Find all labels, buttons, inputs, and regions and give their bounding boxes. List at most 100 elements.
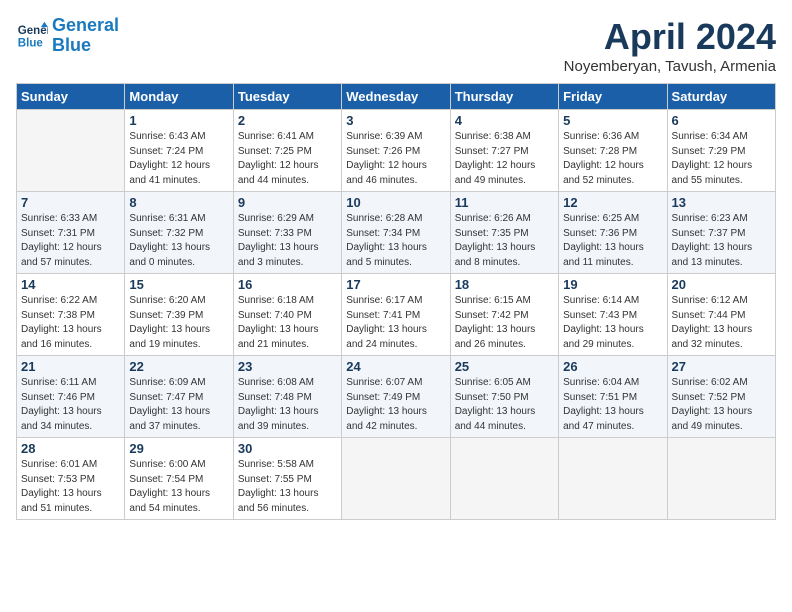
day-number: 30 bbox=[238, 441, 337, 456]
day-number: 9 bbox=[238, 195, 337, 210]
day-info: Sunrise: 6:18 AMSunset: 7:40 PMDaylight:… bbox=[238, 294, 337, 352]
week-row-2: 7 Sunrise: 6:33 AMSunset: 7:31 PMDaylight… bbox=[17, 192, 776, 274]
calendar-cell: 22 Sunrise: 6:09 AMSunset: 7:47 PMDayligh… bbox=[125, 356, 233, 438]
calendar-cell: 8 Sunrise: 6:31 AMSunset: 7:32 PMDaylight… bbox=[125, 192, 233, 274]
calendar-cell: 13 Sunrise: 6:23 AMSunset: 7:37 PMDayligh… bbox=[667, 192, 775, 274]
calendar-cell: 18 Sunrise: 6:15 AMSunset: 7:42 PMDayligh… bbox=[450, 274, 558, 356]
day-info: Sunrise: 6:33 AMSunset: 7:31 PMDaylight:… bbox=[21, 212, 120, 270]
day-number: 6 bbox=[672, 113, 771, 128]
title-block: April 2024 Noyemberyan, Tavush, Armenia bbox=[564, 16, 776, 75]
calendar-cell: 26 Sunrise: 6:04 AMSunset: 7:51 PMDayligh… bbox=[559, 356, 667, 438]
calendar-cell: 17 Sunrise: 6:17 AMSunset: 7:41 PMDayligh… bbox=[342, 274, 450, 356]
day-number: 17 bbox=[346, 277, 445, 292]
calendar-cell: 7 Sunrise: 6:33 AMSunset: 7:31 PMDaylight… bbox=[17, 192, 125, 274]
calendar-cell bbox=[667, 438, 775, 520]
day-info: Sunrise: 6:14 AMSunset: 7:43 PMDaylight:… bbox=[563, 294, 662, 352]
day-info: Sunrise: 6:01 AMSunset: 7:53 PMDaylight:… bbox=[21, 458, 120, 516]
weekday-header-sunday: Sunday bbox=[17, 84, 125, 110]
day-number: 8 bbox=[129, 195, 228, 210]
logo: General Blue General Blue bbox=[16, 16, 119, 56]
calendar-cell: 9 Sunrise: 6:29 AMSunset: 7:33 PMDaylight… bbox=[233, 192, 341, 274]
calendar-cell: 10 Sunrise: 6:28 AMSunset: 7:34 PMDayligh… bbox=[342, 192, 450, 274]
day-info: Sunrise: 6:43 AMSunset: 7:24 PMDaylight:… bbox=[129, 130, 228, 188]
calendar-cell: 20Sunrise: 6:12 AMSunset: 7:44 PMDayligh… bbox=[667, 274, 775, 356]
calendar-cell: 16 Sunrise: 6:18 AMSunset: 7:40 PMDayligh… bbox=[233, 274, 341, 356]
day-info: Sunrise: 6:26 AMSunset: 7:35 PMDaylight:… bbox=[455, 212, 554, 270]
day-number: 27 bbox=[672, 359, 771, 374]
week-row-4: 21Sunrise: 6:11 AMSunset: 7:46 PMDayligh… bbox=[17, 356, 776, 438]
day-number: 7 bbox=[21, 195, 120, 210]
calendar-cell bbox=[559, 438, 667, 520]
day-number: 1 bbox=[129, 113, 228, 128]
calendar-cell: 6Sunrise: 6:34 AMSunset: 7:29 PMDaylight… bbox=[667, 110, 775, 192]
day-info: Sunrise: 6:04 AMSunset: 7:51 PMDaylight:… bbox=[563, 376, 662, 434]
weekday-header-friday: Friday bbox=[559, 84, 667, 110]
day-info: Sunrise: 6:08 AMSunset: 7:48 PMDaylight:… bbox=[238, 376, 337, 434]
logo-icon: General Blue bbox=[16, 20, 48, 52]
day-number: 15 bbox=[129, 277, 228, 292]
day-info: Sunrise: 6:09 AMSunset: 7:47 PMDaylight:… bbox=[129, 376, 228, 434]
day-number: 23 bbox=[238, 359, 337, 374]
weekday-header-monday: Monday bbox=[125, 84, 233, 110]
calendar-cell: 19Sunrise: 6:14 AMSunset: 7:43 PMDayligh… bbox=[559, 274, 667, 356]
calendar-cell: 3Sunrise: 6:39 AMSunset: 7:26 PMDaylight… bbox=[342, 110, 450, 192]
weekday-header-saturday: Saturday bbox=[667, 84, 775, 110]
day-number: 16 bbox=[238, 277, 337, 292]
logo-line1: General bbox=[52, 15, 119, 35]
week-row-5: 28 Sunrise: 6:01 AMSunset: 7:53 PMDayligh… bbox=[17, 438, 776, 520]
calendar-cell: 2 Sunrise: 6:41 AMSunset: 7:25 PMDaylight… bbox=[233, 110, 341, 192]
calendar-cell bbox=[17, 110, 125, 192]
day-number: 29 bbox=[129, 441, 228, 456]
day-info: Sunrise: 6:20 AMSunset: 7:39 PMDaylight:… bbox=[129, 294, 228, 352]
logo-text: General Blue bbox=[52, 16, 119, 56]
day-info: Sunrise: 6:41 AMSunset: 7:25 PMDaylight:… bbox=[238, 130, 337, 188]
day-info: Sunrise: 6:11 AMSunset: 7:46 PMDaylight:… bbox=[21, 376, 120, 434]
day-number: 28 bbox=[21, 441, 120, 456]
day-info: Sunrise: 6:23 AMSunset: 7:37 PMDaylight:… bbox=[672, 212, 771, 270]
day-number: 26 bbox=[563, 359, 662, 374]
day-info: Sunrise: 6:02 AMSunset: 7:52 PMDaylight:… bbox=[672, 376, 771, 434]
day-number: 5 bbox=[563, 113, 662, 128]
calendar-cell: 28 Sunrise: 6:01 AMSunset: 7:53 PMDayligh… bbox=[17, 438, 125, 520]
calendar-cell: 1 Sunrise: 6:43 AMSunset: 7:24 PMDaylight… bbox=[125, 110, 233, 192]
day-info: Sunrise: 6:28 AMSunset: 7:34 PMDaylight:… bbox=[346, 212, 445, 270]
week-row-1: 1 Sunrise: 6:43 AMSunset: 7:24 PMDaylight… bbox=[17, 110, 776, 192]
logo-line2: Blue bbox=[52, 35, 91, 55]
week-row-3: 14 Sunrise: 6:22 AMSunset: 7:38 PMDayligh… bbox=[17, 274, 776, 356]
day-number: 12 bbox=[563, 195, 662, 210]
calendar-cell: 24Sunrise: 6:07 AMSunset: 7:49 PMDayligh… bbox=[342, 356, 450, 438]
calendar-cell: 11Sunrise: 6:26 AMSunset: 7:35 PMDayligh… bbox=[450, 192, 558, 274]
day-info: Sunrise: 6:07 AMSunset: 7:49 PMDaylight:… bbox=[346, 376, 445, 434]
day-info: Sunrise: 6:12 AMSunset: 7:44 PMDaylight:… bbox=[672, 294, 771, 352]
day-info: Sunrise: 6:31 AMSunset: 7:32 PMDaylight:… bbox=[129, 212, 228, 270]
weekday-header-thursday: Thursday bbox=[450, 84, 558, 110]
day-number: 10 bbox=[346, 195, 445, 210]
day-info: Sunrise: 6:15 AMSunset: 7:42 PMDaylight:… bbox=[455, 294, 554, 352]
day-info: Sunrise: 5:58 AMSunset: 7:55 PMDaylight:… bbox=[238, 458, 337, 516]
calendar-cell: 4Sunrise: 6:38 AMSunset: 7:27 PMDaylight… bbox=[450, 110, 558, 192]
day-number: 22 bbox=[129, 359, 228, 374]
calendar-cell: 23 Sunrise: 6:08 AMSunset: 7:48 PMDayligh… bbox=[233, 356, 341, 438]
day-number: 14 bbox=[21, 277, 120, 292]
calendar-cell: 21Sunrise: 6:11 AMSunset: 7:46 PMDayligh… bbox=[17, 356, 125, 438]
day-info: Sunrise: 6:36 AMSunset: 7:28 PMDaylight:… bbox=[563, 130, 662, 188]
location-subtitle: Noyemberyan, Tavush, Armenia bbox=[564, 58, 776, 75]
calendar-cell: 12Sunrise: 6:25 AMSunset: 7:36 PMDayligh… bbox=[559, 192, 667, 274]
weekday-header-row: SundayMondayTuesdayWednesdayThursdayFrid… bbox=[17, 84, 776, 110]
day-info: Sunrise: 6:22 AMSunset: 7:38 PMDaylight:… bbox=[21, 294, 120, 352]
calendar-table: SundayMondayTuesdayWednesdayThursdayFrid… bbox=[16, 83, 776, 520]
day-info: Sunrise: 6:29 AMSunset: 7:33 PMDaylight:… bbox=[238, 212, 337, 270]
day-number: 18 bbox=[455, 277, 554, 292]
day-number: 2 bbox=[238, 113, 337, 128]
calendar-cell: 27 Sunrise: 6:02 AMSunset: 7:52 PMDayligh… bbox=[667, 356, 775, 438]
day-info: Sunrise: 6:00 AMSunset: 7:54 PMDaylight:… bbox=[129, 458, 228, 516]
calendar-cell: 30 Sunrise: 5:58 AMSunset: 7:55 PMDayligh… bbox=[233, 438, 341, 520]
day-number: 13 bbox=[672, 195, 771, 210]
day-info: Sunrise: 6:39 AMSunset: 7:26 PMDaylight:… bbox=[346, 130, 445, 188]
calendar-cell: 5 Sunrise: 6:36 AMSunset: 7:28 PMDaylight… bbox=[559, 110, 667, 192]
calendar-cell: 14 Sunrise: 6:22 AMSunset: 7:38 PMDayligh… bbox=[17, 274, 125, 356]
page-header: General Blue General Blue April 2024 Noy… bbox=[16, 16, 776, 75]
day-info: Sunrise: 6:38 AMSunset: 7:27 PMDaylight:… bbox=[455, 130, 554, 188]
calendar-cell bbox=[342, 438, 450, 520]
day-info: Sunrise: 6:17 AMSunset: 7:41 PMDaylight:… bbox=[346, 294, 445, 352]
